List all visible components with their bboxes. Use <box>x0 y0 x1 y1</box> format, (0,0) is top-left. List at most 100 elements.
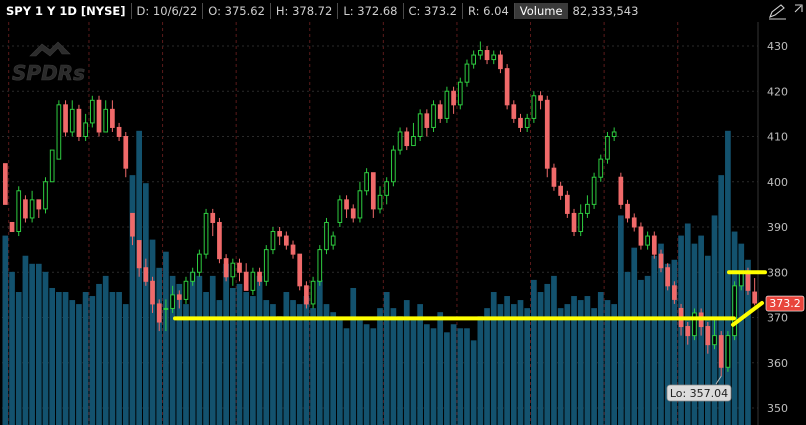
price-tag: 373.2 <box>765 295 805 312</box>
volume-bar <box>203 292 209 425</box>
volume-bar <box>96 283 102 425</box>
candle-body <box>36 199 42 210</box>
volume-bar <box>644 275 651 425</box>
candle-body <box>444 90 450 119</box>
candle-body <box>190 271 196 282</box>
volume-bar <box>423 324 430 425</box>
volume-bars <box>2 130 751 425</box>
candle-body <box>564 194 570 214</box>
candle-body <box>504 68 510 106</box>
volume-bar <box>62 292 69 425</box>
candle-body <box>350 208 356 219</box>
candle-body <box>49 149 55 183</box>
candle-body <box>437 104 443 119</box>
candle-body <box>3 163 8 205</box>
low-label: Lo: 357.04 <box>670 387 728 400</box>
candle-body <box>738 271 744 287</box>
candle-body <box>89 99 95 124</box>
y-tick-label: 390 <box>767 221 788 234</box>
candle-body <box>611 131 617 138</box>
candle-body <box>411 136 416 147</box>
volume-bar <box>256 275 263 425</box>
candle-body <box>585 203 590 214</box>
price-axis[interactable]: 350 360 370 380 390 400 410 420 430 <box>757 22 788 425</box>
volume-bar <box>430 328 437 425</box>
volume-bar <box>276 316 283 425</box>
volume-bar <box>49 287 56 425</box>
candle-body <box>591 176 597 205</box>
candle-body <box>417 113 423 137</box>
volume-bar <box>444 332 450 425</box>
candle-body <box>685 326 691 337</box>
volume-bar <box>116 292 122 425</box>
volume-bar <box>725 130 731 425</box>
volume-bar <box>350 287 357 425</box>
volume-bar <box>22 255 29 425</box>
candle-body <box>16 190 22 233</box>
candle-body <box>223 258 229 278</box>
volume-bar <box>9 271 15 425</box>
y-tick-label: 400 <box>767 176 788 189</box>
candle-body <box>692 312 697 337</box>
candle-body <box>384 181 390 196</box>
candle-body <box>136 240 142 269</box>
candle-body <box>672 285 677 300</box>
volume-bar <box>149 239 156 425</box>
candle-body <box>237 262 242 273</box>
candle-body <box>538 95 543 101</box>
volume-bar <box>343 328 350 425</box>
candle-body <box>498 54 503 70</box>
candle-body <box>63 104 68 133</box>
volume-bar <box>129 175 136 425</box>
candle-body <box>103 108 109 133</box>
price-chart[interactable]: 350360370380390400410420430 SPDRs 373.2 … <box>0 0 806 425</box>
volume-bar <box>303 296 310 425</box>
volume-bar <box>102 275 109 425</box>
candle-body <box>531 95 537 119</box>
volume-bar <box>464 328 470 425</box>
candle-body <box>712 335 717 346</box>
candle-body <box>317 249 323 282</box>
volume-bar <box>551 275 557 425</box>
volume-bar <box>564 304 571 425</box>
candle-body <box>56 104 62 160</box>
volume-bar <box>142 183 149 425</box>
candle-body <box>364 172 369 192</box>
candle-body <box>558 185 563 196</box>
volume-bar <box>122 304 129 425</box>
candle-body <box>752 291 758 304</box>
volume-bar <box>209 275 216 425</box>
candle-body <box>571 212 577 233</box>
volume-bar <box>323 304 330 425</box>
volume-bar <box>270 304 276 425</box>
volume-bar <box>591 308 597 425</box>
volume-bar <box>236 283 243 425</box>
volume-bar <box>631 247 638 425</box>
candle-body <box>457 81 463 106</box>
candle-body <box>337 199 343 223</box>
volume-bar <box>330 312 337 425</box>
candle-body <box>370 172 376 210</box>
candle-body <box>83 122 88 138</box>
volume-bar <box>490 292 497 425</box>
candle-body <box>243 271 249 291</box>
candle-body <box>163 307 169 310</box>
volume-bar <box>82 292 89 425</box>
pencil-icon[interactable] <box>766 3 788 20</box>
volume-bar <box>651 255 658 425</box>
volume-bar <box>35 263 42 425</box>
candle-body <box>143 267 149 282</box>
volume-bar <box>250 296 256 425</box>
candle-body <box>263 249 269 282</box>
candle-body <box>464 63 470 83</box>
candle-body <box>377 194 383 210</box>
price-tag-label: 373.2 <box>769 297 801 310</box>
candle-body <box>277 231 282 237</box>
volume-bar <box>457 328 464 425</box>
candle-body <box>578 212 584 233</box>
volume-bar <box>163 251 169 425</box>
candle-body <box>324 221 329 251</box>
expand-icon[interactable] <box>794 4 803 13</box>
candle-body <box>484 50 490 61</box>
candle-body <box>210 212 216 223</box>
